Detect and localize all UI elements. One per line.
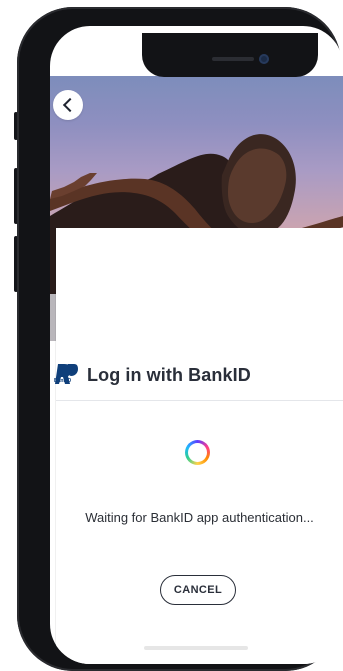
bankid-logo-icon: BankID: [54, 362, 78, 386]
back-button[interactable]: [53, 90, 83, 120]
front-camera: [259, 54, 269, 64]
loading-spinner-icon: [185, 440, 210, 465]
notch: [142, 33, 318, 77]
phone-screen: BankID Log in with BankID Waiting for Ba…: [50, 26, 343, 664]
earpiece-speaker: [212, 57, 254, 61]
phone-frame: BankID Log in with BankID Waiting for Ba…: [17, 7, 343, 671]
home-indicator: [144, 646, 248, 650]
header-divider: [56, 400, 343, 401]
page-title: Log in with BankID: [87, 365, 251, 385]
status-message: Waiting for BankID app authentication...: [85, 510, 314, 525]
login-card: BankID Log in with BankID Waiting for Ba…: [54, 228, 343, 664]
login-header: BankID Log in with BankID: [54, 362, 343, 400]
cancel-button[interactable]: CANCEL: [160, 575, 236, 605]
cancel-button-label: CANCEL: [173, 584, 223, 596]
chevron-left-icon: [62, 97, 77, 113]
stage: BankID Log in with BankID Waiting for Ba…: [0, 0, 343, 671]
bankid-logo-text: BankID: [54, 378, 72, 384]
